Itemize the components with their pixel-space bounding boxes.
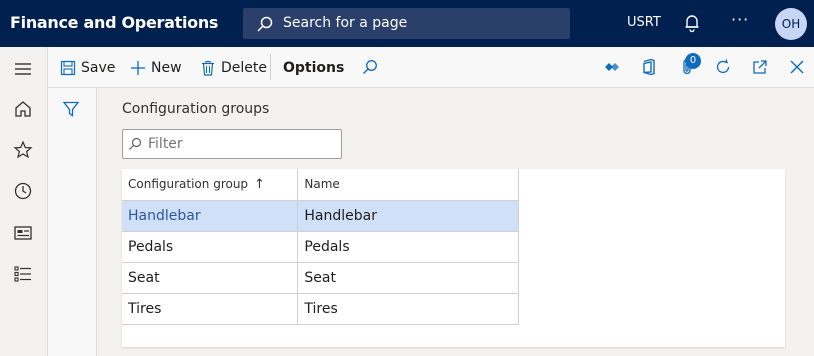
delete-label: Delete: [221, 59, 267, 76]
more-icon[interactable]: ···: [731, 10, 749, 29]
new-button[interactable]: New: [130, 47, 182, 88]
search-label: Search for a page: [283, 15, 408, 31]
filter-icon[interactable]: [62, 100, 80, 118]
save-icon: [60, 60, 76, 75]
column-header-label: Name: [304, 177, 340, 192]
table-row[interactable]: Handlebar Handlebar: [122, 200, 519, 232]
filter-pane-strip: [48, 88, 97, 356]
clock-icon[interactable]: [13, 181, 33, 201]
options-tab[interactable]: Options: [283, 47, 344, 88]
table-row[interactable]: Seat Seat: [122, 262, 519, 294]
search-icon: [129, 137, 142, 150]
page-title: Configuration groups: [122, 101, 270, 117]
office-icon[interactable]: [640, 58, 658, 76]
cell-name[interactable]: Pedals: [297, 231, 519, 263]
delete-button[interactable]: Delete: [200, 47, 267, 88]
search-icon[interactable]: [361, 58, 379, 76]
close-icon[interactable]: [788, 58, 806, 76]
configuration-groups-grid: Configuration group ↑ Name Handlebar Hand…: [122, 169, 519, 325]
avatar[interactable]: OH: [775, 8, 807, 40]
cell-name[interactable]: Tires: [297, 293, 519, 325]
power-apps-icon[interactable]: [604, 58, 622, 76]
grid-filter-input[interactable]: [122, 129, 342, 159]
search-icon: [257, 16, 273, 32]
new-label: New: [151, 59, 182, 76]
left-nav: [0, 47, 48, 356]
page-search-box[interactable]: Search for a page: [243, 8, 570, 39]
cell-configuration-group[interactable]: Tires: [122, 293, 299, 325]
table-row[interactable]: Tires Tires: [122, 293, 519, 325]
cell-configuration-group[interactable]: Pedals: [122, 231, 299, 263]
column-header-label: Configuration group: [128, 176, 249, 191]
workspace-icon[interactable]: [13, 223, 33, 243]
cell-configuration-group[interactable]: Seat: [122, 262, 299, 294]
hamburger-icon[interactable]: [13, 59, 33, 79]
sort-ascending-icon: ↑: [254, 176, 265, 192]
grid-header-row: Configuration group ↑ Name: [122, 169, 519, 201]
cell-name[interactable]: Handlebar: [297, 200, 519, 232]
refresh-icon[interactable]: [714, 58, 732, 76]
trash-icon: [202, 60, 214, 76]
divider: [270, 54, 271, 80]
save-label: Save: [81, 59, 116, 76]
list-icon[interactable]: [13, 264, 33, 284]
top-header: Finance and Operations Search for a page…: [0, 0, 814, 47]
column-header-name[interactable]: Name: [297, 169, 519, 201]
bell-icon[interactable]: [683, 13, 701, 33]
column-header-configuration-group[interactable]: Configuration group ↑: [122, 169, 299, 201]
attachment-count-badge: 0: [685, 53, 701, 69]
grid-container: Configuration group ↑ Name Handlebar Hand…: [122, 169, 785, 347]
action-pane: Save New Delete Options 0: [48, 47, 814, 88]
star-icon[interactable]: [13, 140, 33, 160]
home-icon[interactable]: [13, 99, 33, 119]
cell-configuration-group[interactable]: Handlebar: [122, 200, 299, 232]
app-title[interactable]: Finance and Operations: [10, 13, 218, 32]
save-button[interactable]: Save: [60, 47, 115, 88]
table-row[interactable]: Pedals Pedals: [122, 231, 519, 263]
open-new-window-icon[interactable]: [751, 58, 769, 76]
cell-name[interactable]: Seat: [297, 262, 519, 294]
plus-icon: [131, 60, 145, 75]
company-picker[interactable]: USRT: [627, 15, 661, 30]
